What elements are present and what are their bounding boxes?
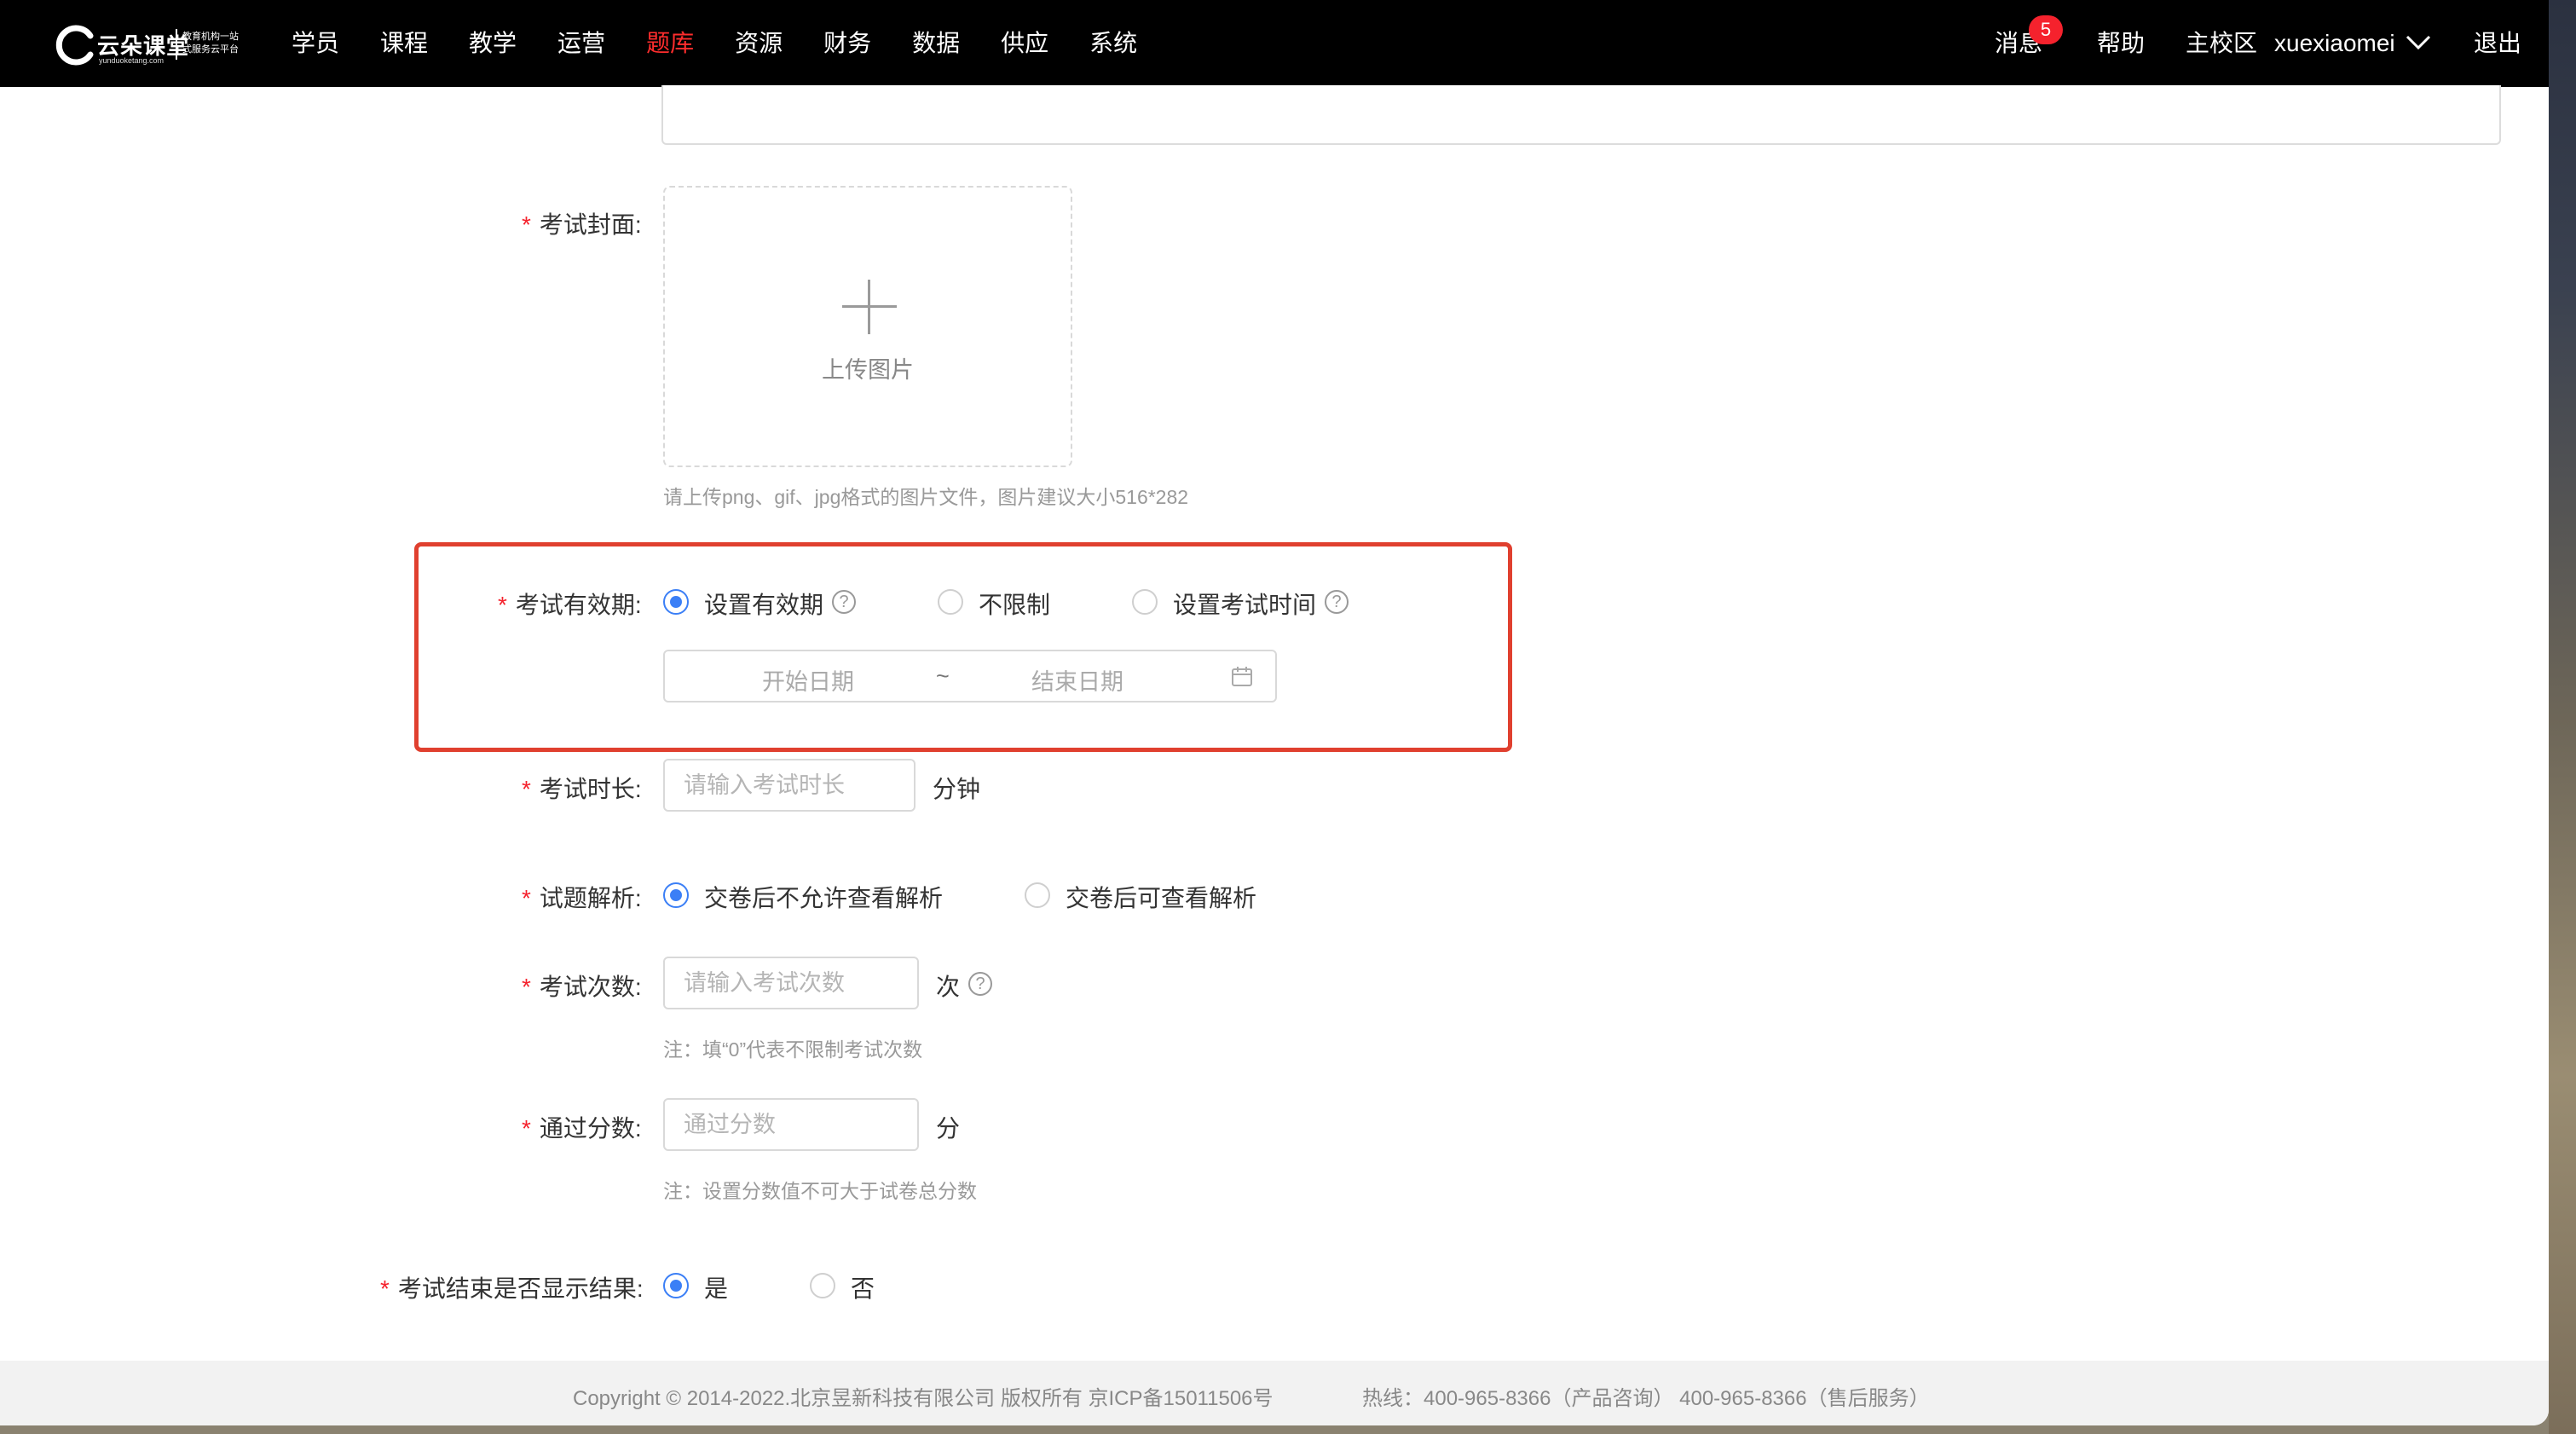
validity-label: * 考试有效期: [498, 587, 642, 621]
attempts-label: * 考试次数: [522, 969, 642, 1003]
end-date-input[interactable]: 结束日期 [1031, 663, 1123, 697]
cover-label: * 考试封面: [522, 206, 642, 240]
help-link[interactable]: 帮助 [2097, 0, 2145, 87]
cover-upload-box[interactable]: 上传图片 [663, 186, 1072, 467]
cover-label-text: 考试封面: [539, 211, 642, 238]
annotation-highlight-box [414, 542, 1512, 752]
calendar-icon [1232, 667, 1252, 686]
messages-link[interactable]: 消息 [1995, 0, 2042, 87]
logout-link[interactable]: 退出 [2474, 0, 2521, 87]
duration-label: * 考试时长: [522, 771, 642, 805]
show-result-label: * 考试结束是否显示结果: [380, 1270, 644, 1304]
option-show-result-no[interactable]: 否 [851, 1270, 875, 1304]
help-icon[interactable]: ? [968, 972, 992, 996]
logo-slogan-line-2: 式服务云平台 [182, 44, 239, 55]
nav-item-students[interactable]: 学员 [292, 0, 339, 87]
show-result-label-text: 考试结束是否显示结果: [397, 1275, 644, 1302]
help-icon[interactable]: ? [832, 590, 856, 614]
top-navbar: 云朵课堂 yunduoketang.com 教育机构一站 式服务云平台 学员 课… [0, 0, 2549, 87]
option-show-result-yes[interactable]: 是 [704, 1270, 728, 1304]
nav-item-system[interactable]: 系统 [1089, 0, 1137, 87]
pass-score-label: * 通过分数: [522, 1110, 642, 1144]
nav-item-resources[interactable]: 资源 [735, 0, 783, 87]
option-allow-analysis[interactable]: 交卷后可查看解析 [1066, 880, 1256, 914]
upload-image-text: 上传图片 [822, 357, 914, 383]
logo-url: yunduoketang.com [99, 56, 165, 65]
nav-item-question-bank[interactable]: 题库 [646, 0, 694, 87]
logo-slogan-line-1: 教育机构一站 [182, 32, 239, 42]
browser-window: 云朵课堂 yunduoketang.com 教育机构一站 式服务云平台 学员 课… [0, 0, 2549, 1425]
pass-score-input[interactable] [663, 1098, 919, 1151]
logo[interactable]: 云朵课堂 yunduoketang.com 教育机构一站 式服务云平台 [53, 17, 249, 70]
nav-item-data[interactable]: 数据 [912, 0, 960, 87]
required-mark: * [522, 974, 531, 1000]
user-menu[interactable]: xuexiaomei [2274, 0, 2395, 87]
nav-item-supply[interactable]: 供应 [1001, 0, 1048, 87]
date-range-separator: ~ [936, 663, 950, 689]
radio-no-analysis[interactable] [663, 882, 689, 908]
page-footer: Copyright © 2014-2022.北京昱新科技有限公司 版权所有 京I… [0, 1361, 2549, 1425]
option-no-analysis[interactable]: 交卷后不允许查看解析 [704, 880, 943, 914]
radio-unlimited[interactable] [938, 589, 963, 615]
duration-input[interactable] [663, 759, 915, 812]
cloud-logo-icon [55, 25, 94, 66]
nav-item-teaching[interactable]: 教学 [469, 0, 517, 87]
radio-show-result-no[interactable] [810, 1273, 835, 1298]
pass-score-label-text: 通过分数: [539, 1115, 642, 1142]
required-mark: * [380, 1275, 390, 1302]
required-mark: * [522, 1115, 531, 1142]
chevron-down-icon[interactable] [2406, 34, 2431, 51]
messages-count-badge: 5 [2029, 15, 2063, 44]
duration-label-text: 考试时长: [539, 776, 642, 802]
campus-selector[interactable]: 主校区 [2186, 0, 2257, 87]
attempts-unit: 次 [936, 974, 961, 1000]
pass-score-unit: 分 [936, 1115, 961, 1142]
duration-unit: 分钟 [933, 776, 981, 802]
analysis-label-text: 试题解析: [539, 885, 642, 911]
radio-allow-analysis[interactable] [1025, 882, 1050, 908]
logo-divider [176, 29, 177, 60]
nav-item-operations[interactable]: 运营 [557, 0, 605, 87]
option-unlimited[interactable]: 不限制 [979, 587, 1050, 621]
radio-set-exam-time[interactable] [1132, 589, 1158, 615]
pass-score-note: 注：设置分数值不可大于试卷总分数 [663, 1180, 977, 1202]
plus-icon-vertical [868, 280, 870, 334]
option-set-validity[interactable]: 设置有效期 [704, 587, 823, 621]
attempts-input[interactable] [663, 957, 919, 1009]
radio-show-result-yes[interactable] [663, 1273, 689, 1298]
description-textarea[interactable] [661, 85, 2501, 145]
main-nav: 学员 课程 教学 运营 题库 资源 财务 数据 供应 系统 [292, 0, 1178, 87]
validity-label-text: 考试有效期: [515, 592, 642, 618]
radio-set-validity[interactable] [663, 589, 689, 615]
required-mark: * [522, 776, 531, 802]
logo-slogan: 教育机构一站 式服务云平台 [182, 31, 251, 56]
date-range-picker[interactable]: 开始日期 ~ 结束日期 [663, 650, 1277, 703]
cover-hint: 请上传png、gif、jpg格式的图片文件，图片建议大小516*282 [663, 486, 1189, 508]
attempts-note: 注：填“0”代表不限制考试次数 [663, 1038, 923, 1061]
attempts-label-text: 考试次数: [539, 974, 642, 1000]
required-mark: * [522, 211, 531, 238]
nav-item-finance[interactable]: 财务 [823, 0, 871, 87]
footer-copyright: Copyright © 2014-2022.北京昱新科技有限公司 版权所有 京I… [573, 1387, 1274, 1410]
nav-item-courses[interactable]: 课程 [380, 0, 428, 87]
analysis-label: * 试题解析: [522, 880, 642, 914]
footer-hotline: 热线：400-965-8366（产品咨询） 400-965-8366（售后服务） [1362, 1387, 1930, 1410]
start-date-input[interactable]: 开始日期 [762, 663, 854, 697]
help-icon[interactable]: ? [1325, 590, 1349, 614]
option-set-exam-time[interactable]: 设置考试时间 [1173, 587, 1316, 621]
required-mark: * [522, 885, 531, 911]
desktop-background [2549, 0, 2576, 1434]
required-mark: * [498, 592, 507, 618]
